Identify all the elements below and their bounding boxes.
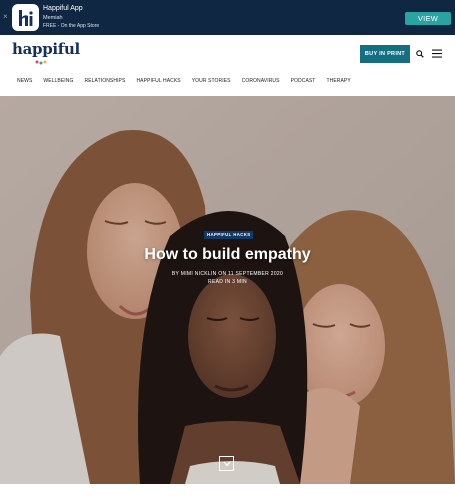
nav-item-relationships[interactable]: RELATIONSHIPS [84,78,125,84]
hero-section: HAPPIFUL HACKS How to build empathy BY M… [0,96,455,484]
read-time: READ IN 3 MIN [208,279,247,285]
site-header: happiful BUY IN PRINT [0,35,455,70]
app-install-banner: × Happiful App Memiah FREE - On the App … [0,0,455,35]
view-app-button[interactable]: VIEW [405,12,451,25]
nav-item-news[interactable]: NEWS [17,78,32,84]
category-tag[interactable]: HAPPIFUL HACKS [204,231,254,239]
app-developer: Memiah [43,15,63,21]
nav-item-coronavirus[interactable]: CORONAVIRUS [242,78,280,84]
page-bottom-strip [0,484,455,500]
nav-item-wellbeing[interactable]: WELLBEING [43,78,73,84]
article-byline: BY MIMI NICKLIN ON 11 SEPTEMBER 2020 [171,271,284,277]
nav-item-podcast[interactable]: PODCAST [291,78,316,84]
happiful-app-icon [12,4,39,31]
main-nav: NEWS WELLBEING RELATIONSHIPS HAPPIFUL HA… [0,70,455,92]
nav-item-your-stories[interactable]: YOUR STORIES [192,78,231,84]
search-icon[interactable] [416,50,424,58]
hamburger-menu-icon[interactable] [432,49,442,58]
banner-close-icon[interactable]: × [3,12,8,22]
nav-item-therapy[interactable]: THERAPY [326,78,350,84]
app-name: Happiful App [43,5,83,12]
scroll-down-button[interactable] [219,456,234,471]
buy-in-print-button[interactable]: BUY IN PRINT [360,45,410,63]
logo-dots-icon [35,60,47,65]
nav-item-happiful-hacks[interactable]: HAPPIFUL HACKS [136,78,180,84]
app-store-line: FREE - On the App Store [43,23,100,29]
hero-overlay [0,96,455,484]
chevron-down-icon [223,461,230,466]
happiful-logo[interactable]: happiful [12,40,80,68]
article-title: How to build empathy [144,246,311,263]
logo-text: happiful [12,40,80,58]
